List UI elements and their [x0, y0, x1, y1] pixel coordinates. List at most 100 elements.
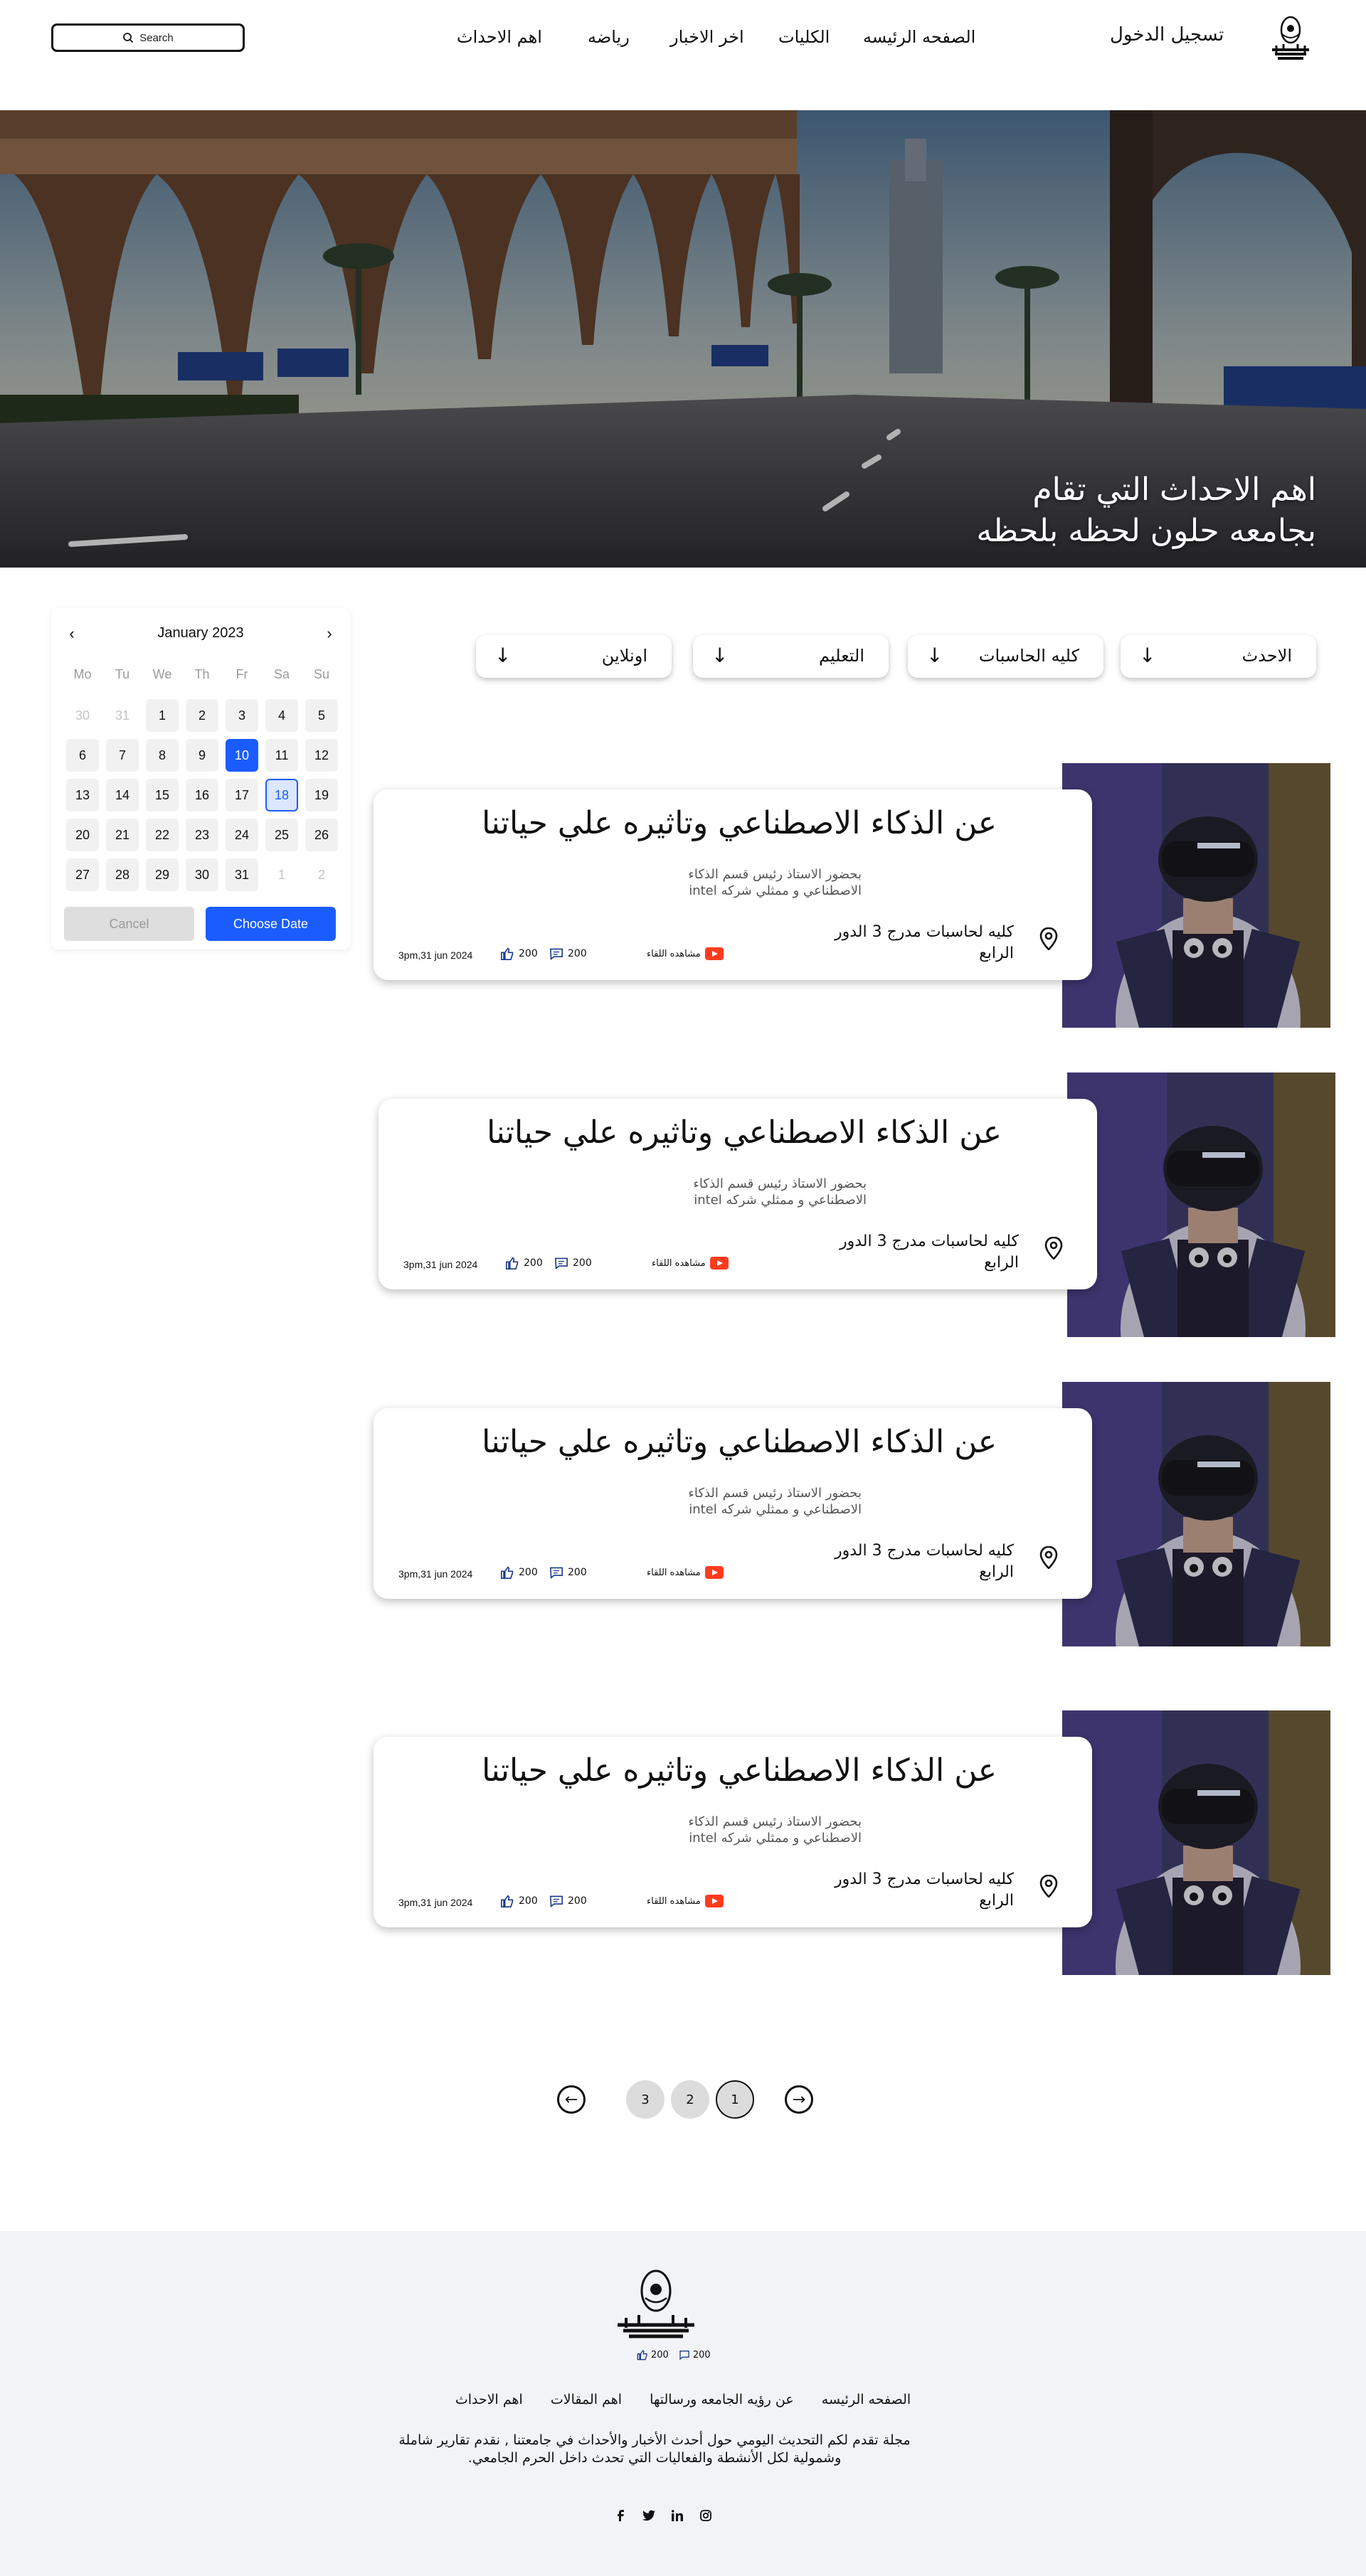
event-title[interactable]: عن الذكاء الاصطناعي وتاثيره علي حياتنا: [482, 805, 997, 841]
event-item[interactable]: عن الذكاء الاصطناعي وتاثيره علي حياتنا بح…: [374, 763, 1330, 1028]
calendar-day[interactable]: 29: [146, 858, 179, 891]
event-card[interactable]: عن الذكاء الاصطناعي وتاثيره علي حياتنا بح…: [374, 789, 1092, 980]
watch-label: مشاهده اللقاء: [647, 948, 701, 959]
event-date: 3pm,31 jun 2024: [398, 1568, 473, 1580]
comment-button[interactable]: 200: [549, 1566, 587, 1579]
footer-link-events[interactable]: اهم الاحداث: [455, 2392, 523, 2407]
calendar-day[interactable]: 21: [106, 819, 139, 851]
calendar-day[interactable]: 23: [186, 819, 218, 851]
event-image[interactable]: [1062, 1710, 1330, 1975]
event-image[interactable]: [1062, 1382, 1330, 1646]
instagram-icon[interactable]: [697, 2507, 714, 2524]
footer-about-text: مجلة تقدم لكم التحديث اليومي حول أحدث ال…: [398, 2432, 911, 2466]
login-link[interactable]: تسجيل الدخول: [1110, 24, 1224, 46]
watch-meeting-link[interactable]: مشاهده اللقاء: [647, 1566, 724, 1579]
hero-title-line-1: اهم الاحداث التي تقام: [1032, 472, 1316, 508]
calendar-day[interactable]: 9: [186, 739, 218, 772]
calendar-day[interactable]: 19: [305, 779, 338, 811]
calendar-day[interactable]: 27: [66, 858, 99, 891]
calendar-day[interactable]: 20: [66, 819, 99, 851]
calendar-day[interactable]: 2: [305, 858, 338, 891]
event-card[interactable]: عن الذكاء الاصطناعي وتاثيره علي حياتنا بح…: [378, 1099, 1097, 1289]
calendar-day[interactable]: 30: [186, 858, 218, 891]
calendar-day[interactable]: 14: [106, 779, 139, 811]
like-button[interactable]: 200: [500, 1895, 538, 1907]
calendar-day[interactable]: 15: [146, 779, 179, 811]
comment-icon: [679, 2351, 689, 2361]
event-image[interactable]: [1067, 1073, 1335, 1337]
calendar-day[interactable]: 7: [106, 739, 139, 772]
filter-online[interactable]: اونلاين ↓: [476, 635, 672, 678]
filter-education[interactable]: التعليم ↓: [693, 635, 889, 678]
calendar-day[interactable]: 25: [265, 819, 298, 851]
comment-button[interactable]: 200: [549, 1895, 587, 1907]
watch-meeting-link[interactable]: مشاهده اللقاء: [647, 947, 724, 960]
calendar-day[interactable]: 22: [146, 819, 179, 851]
calendar-day[interactable]: 11: [265, 739, 298, 772]
calendar-day[interactable]: 5: [305, 699, 338, 732]
nav-home[interactable]: الصفحه الرئيسه: [863, 27, 975, 47]
nav-latest-news[interactable]: اخر الاخبار: [670, 27, 744, 47]
filter-computer-faculty[interactable]: كليه الحاسبات ↓: [908, 635, 1103, 678]
footer-link-home[interactable]: الصفحه الرئيسه: [822, 2392, 911, 2407]
watch-meeting-link[interactable]: مشاهده اللقاء: [647, 1895, 724, 1907]
page-2[interactable]: 2: [671, 2080, 709, 2119]
calendar-day[interactable]: 30: [66, 699, 99, 732]
helwan-university-logo[interactable]: [1268, 13, 1313, 61]
nav-sports[interactable]: رياضه: [588, 27, 630, 47]
footer-link-vision[interactable]: عن رؤيه الجامعه ورسالتها: [650, 2392, 794, 2407]
event-item[interactable]: عن الذكاء الاصطناعي وتاثيره علي حياتنا بح…: [374, 1382, 1330, 1646]
calendar-day[interactable]: 13: [66, 779, 99, 811]
twitter-icon[interactable]: [640, 2507, 657, 2524]
watch-meeting-link[interactable]: مشاهده اللقاء: [652, 1257, 729, 1270]
event-date: 3pm,31 jun 2024: [403, 1259, 478, 1270]
calendar-day[interactable]: 31: [106, 699, 139, 732]
event-title[interactable]: عن الذكاء الاصطناعي وتاثيره علي حياتنا: [482, 1424, 997, 1460]
event-image[interactable]: [1062, 763, 1330, 1028]
calendar-day[interactable]: 18: [265, 779, 298, 811]
calendar-day[interactable]: 17: [226, 779, 258, 811]
comment-button[interactable]: 200: [549, 947, 587, 960]
calendar-day[interactable]: 24: [226, 819, 258, 851]
calendar-day[interactable]: 28: [106, 858, 139, 891]
calendar-day[interactable]: 8: [146, 739, 179, 772]
facebook-icon[interactable]: [612, 2507, 629, 2524]
event-card[interactable]: عن الذكاء الاصطناعي وتاثيره علي حياتنا بح…: [374, 1408, 1092, 1599]
linkedin-icon[interactable]: [669, 2507, 686, 2524]
cancel-button[interactable]: Cancel: [64, 907, 194, 941]
page-1[interactable]: 1: [716, 2080, 754, 2119]
calendar-day[interactable]: 4: [265, 699, 298, 732]
like-button[interactable]: 200: [505, 1257, 543, 1270]
event-title[interactable]: عن الذكاء الاصطناعي وتاثيره علي حياتنا: [482, 1752, 997, 1789]
calendar-day[interactable]: 3: [226, 699, 258, 732]
event-description: بحضور الاستاذ رئيس قسم الذكاء الاصطناعي …: [688, 1486, 862, 1517]
event-card[interactable]: عن الذكاء الاصطناعي وتاثيره علي حياتنا بح…: [374, 1737, 1092, 1927]
event-item[interactable]: عن الذكاء الاصطناعي وتاثيره علي حياتنا بح…: [374, 1073, 1335, 1337]
calendar-day[interactable]: 10: [226, 739, 258, 772]
search-box[interactable]: Search: [51, 23, 245, 52]
thumbs-up-icon: [500, 1895, 514, 1907]
arrow-right-icon[interactable]: →: [785, 2085, 813, 2114]
nav-faculties[interactable]: الكليات: [778, 27, 830, 47]
filter-latest[interactable]: الاحدث ↓: [1121, 635, 1316, 678]
calendar-weekdays: Mo Tu We Th Fr Sa Su: [63, 667, 342, 682]
page-3[interactable]: 3: [626, 2080, 665, 2119]
calendar-day[interactable]: 6: [66, 739, 99, 772]
calendar-day[interactable]: 26: [305, 819, 338, 851]
like-button[interactable]: 200: [500, 1566, 538, 1579]
calendar-day[interactable]: 31: [226, 858, 258, 891]
calendar-day[interactable]: 1: [265, 858, 298, 891]
calendar-day[interactable]: 1: [146, 699, 179, 732]
calendar-day[interactable]: 12: [305, 739, 338, 772]
comment-button[interactable]: 200: [554, 1257, 592, 1270]
event-title[interactable]: عن الذكاء الاصطناعي وتاثيره علي حياتنا: [487, 1114, 1002, 1151]
event-item[interactable]: عن الذكاء الاصطناعي وتاثيره علي حياتنا بح…: [374, 1710, 1330, 1975]
arrow-left-icon[interactable]: ←: [557, 2085, 586, 2114]
chevron-right-icon[interactable]: ›: [319, 624, 340, 645]
choose-date-button[interactable]: Choose Date: [206, 907, 336, 941]
nav-top-events[interactable]: اهم الاحداث: [457, 27, 542, 47]
calendar-day[interactable]: 2: [186, 699, 218, 732]
like-button[interactable]: 200: [500, 947, 538, 960]
calendar-day[interactable]: 16: [186, 779, 218, 811]
footer-link-articles[interactable]: اهم المقالات: [551, 2392, 622, 2407]
